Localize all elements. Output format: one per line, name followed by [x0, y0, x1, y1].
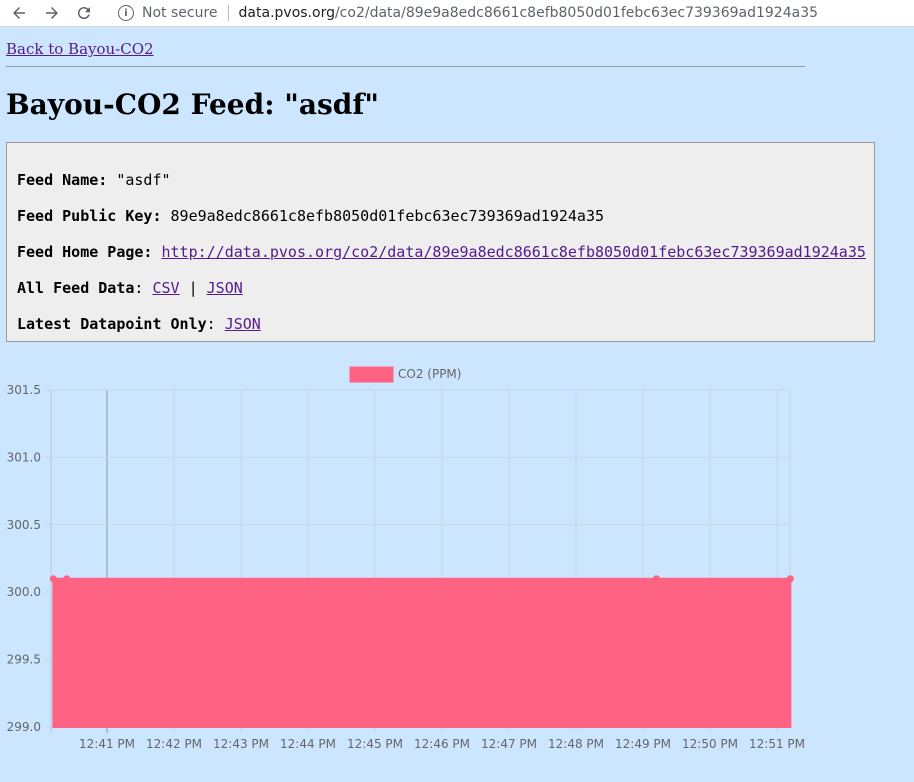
feed-home-link[interactable]: http://data.pvos.org/co2/data/89e9a8edc8… [162, 243, 866, 261]
feed-name-label: Feed Name: [17, 171, 108, 189]
data-point [63, 575, 71, 583]
address-bar[interactable]: i Not secure data.pvos.org/co2/data/89e9… [110, 2, 910, 24]
all-feed-data-row: All Feed Data: CSV | JSON [17, 279, 243, 297]
legend-swatch [349, 366, 394, 383]
x-tick-label: 12:47 PM [481, 737, 537, 751]
address-divider [227, 5, 229, 21]
back-arrow-icon[interactable] [8, 2, 30, 24]
browser-toolbar: i Not secure data.pvos.org/co2/data/89e9… [0, 0, 914, 27]
all-feed-data-label: All Feed Data [17, 279, 135, 297]
url-host: data.pvos.org [238, 5, 335, 21]
colon: : [134, 279, 144, 297]
y-tick-label: 300.0 [7, 585, 41, 599]
link-separator: | [188, 279, 198, 297]
back-to-bayou-link[interactable]: Back to Bayou-CO2 [6, 40, 154, 58]
feed-home-label: Feed Home Page: [17, 243, 153, 261]
x-tick-label: 12:42 PM [146, 737, 202, 751]
y-tick-label: 301.0 [7, 450, 41, 464]
feed-home-row: Feed Home Page: http://data.pvos.org/co2… [17, 243, 866, 261]
x-tick-label: 12:46 PM [414, 737, 470, 751]
x-tick-label: 12:44 PM [280, 737, 336, 751]
feed-key-value: 89e9a8edc8661c8efb8050d01febc63ec739369a… [170, 207, 605, 225]
feed-info-box: Feed Name: "asdf" Feed Public Key: 89e9a… [6, 142, 875, 342]
security-label: Not secure [142, 5, 218, 21]
x-tick-label: 12:48 PM [548, 737, 604, 751]
json-link[interactable]: JSON [207, 279, 243, 297]
latest-json-link[interactable]: JSON [225, 315, 261, 333]
y-tick-label: 299.0 [7, 720, 41, 734]
url-path: /co2/data/89e9a8edc8661c8efb8050d01febc6… [334, 5, 819, 21]
horizontal-rule [6, 66, 805, 67]
feed-name-row: Feed Name: "asdf" [17, 171, 171, 189]
data-point [49, 575, 57, 583]
x-tick-label: 12:41 PM [79, 737, 135, 751]
y-tick-label: 299.5 [7, 653, 41, 667]
latest-datapoint-row: Latest Datapoint Only: JSON [17, 315, 261, 333]
data-point [652, 575, 660, 583]
feed-key-label: Feed Public Key: [17, 207, 162, 225]
page-title: Bayou-CO2 Feed: "asdf" [6, 88, 379, 121]
latest-datapoint-label: Latest Datapoint Only [17, 315, 207, 333]
x-tick-label: 12:49 PM [615, 737, 671, 751]
co2-area-fill [52, 577, 792, 728]
legend-label: CO2 (PPM) [398, 367, 461, 381]
colon: : [206, 315, 216, 333]
y-tick-label: 300.5 [7, 518, 41, 532]
x-tick-label: 12:43 PM [213, 737, 269, 751]
reload-icon[interactable] [73, 2, 95, 24]
x-tick-label: 12:45 PM [347, 737, 403, 751]
info-icon[interactable]: i [118, 5, 134, 21]
x-tick-label: 12:51 PM [749, 737, 805, 751]
feed-name-value: "asdf" [116, 171, 171, 189]
forward-arrow-icon[interactable] [41, 2, 63, 24]
y-tick-label: 301.5 [7, 383, 41, 397]
feed-key-row: Feed Public Key: 89e9a8edc8661c8efb8050d… [17, 207, 604, 225]
csv-link[interactable]: CSV [152, 279, 179, 297]
x-tick-label: 12:50 PM [682, 737, 738, 751]
data-point [786, 575, 794, 583]
co2-area-chart: 12:41 PM 12:42 PM 12:43 PM 12:44 PM 12:45 PM… [7, 366, 805, 751]
